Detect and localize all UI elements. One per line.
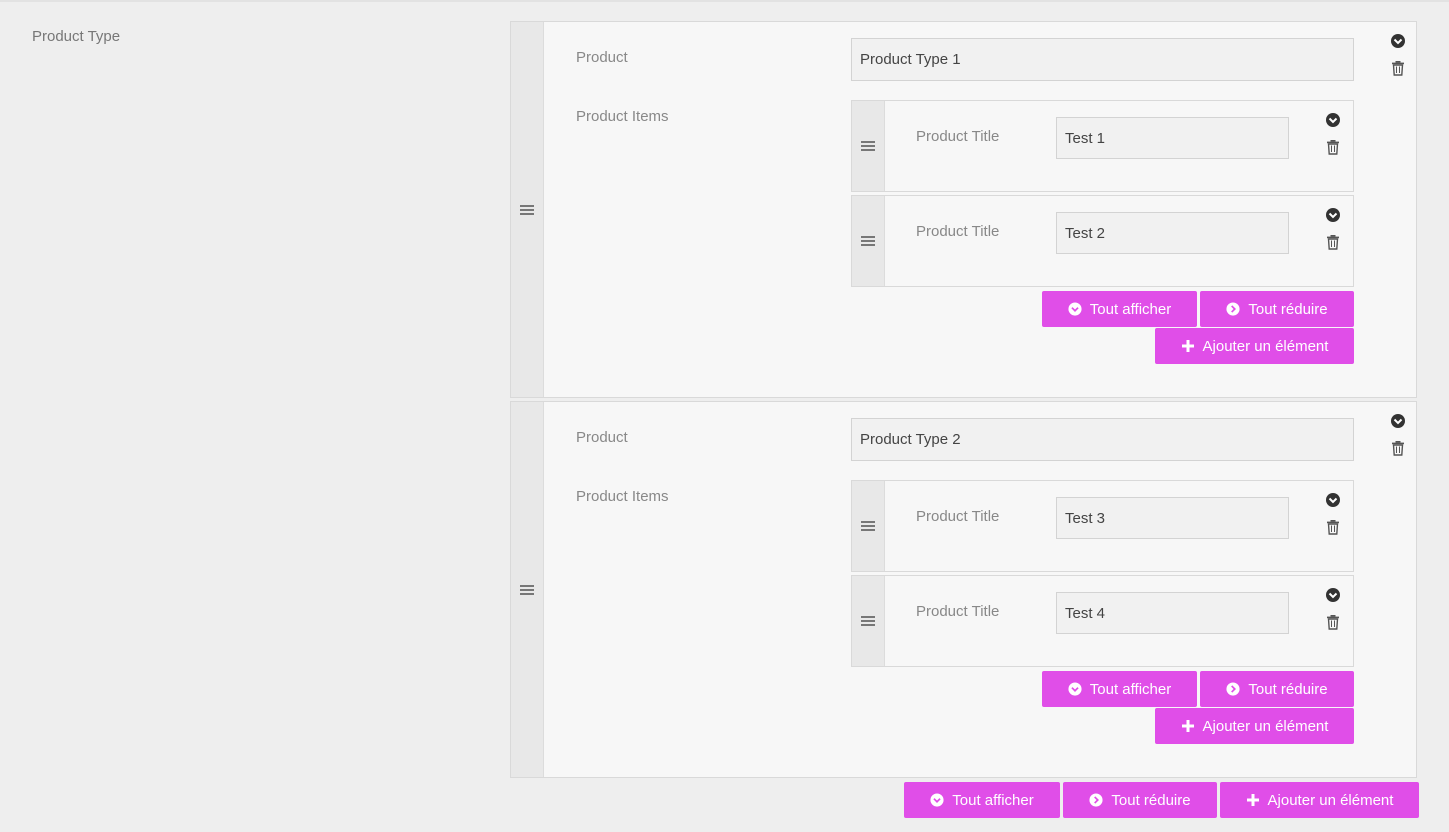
trash-icon (1392, 61, 1404, 76)
drag-handle-icon (861, 141, 875, 151)
product-title-input[interactable] (1056, 117, 1289, 159)
product-input[interactable] (851, 418, 1354, 461)
chevron-circle-down-icon (1068, 302, 1082, 316)
item-drag-handle[interactable] (852, 481, 885, 571)
product-title-label: Product Title (916, 603, 1000, 620)
collapse-all-button[interactable]: Tout réduire (1200, 671, 1354, 707)
trash-icon (1327, 615, 1339, 630)
drag-handle-icon (520, 204, 534, 215)
chevron-circle-down-icon (1326, 208, 1340, 222)
item-drag-handle[interactable] (852, 196, 885, 286)
collapse-item-button[interactable] (1325, 112, 1341, 128)
field-label-product-type: Product Type (32, 28, 121, 45)
product-items-label: Product Items (576, 488, 669, 505)
plus-icon (1181, 340, 1194, 352)
collapse-all-button[interactable]: Tout réduire (1200, 291, 1354, 327)
product-type-group-2: Product Product Items Product Title Prod… (510, 401, 1417, 778)
field-add-element-button[interactable]: Ajouter un élément (1220, 782, 1419, 818)
product-title-input[interactable] (1056, 212, 1289, 254)
product-title-label: Product Title (916, 223, 1000, 240)
collapse-item-button[interactable] (1325, 207, 1341, 223)
chevron-circle-down-icon (1391, 414, 1405, 428)
delete-group-button[interactable] (1390, 60, 1406, 76)
chevron-circle-down-icon (1326, 588, 1340, 602)
product-label: Product (576, 49, 628, 66)
product-item-4: Product Title (851, 575, 1354, 667)
drag-handle-icon (520, 584, 534, 595)
product-title-input[interactable] (1056, 592, 1289, 634)
trash-icon (1392, 441, 1404, 456)
collapse-item-button[interactable] (1325, 492, 1341, 508)
group-drag-handle[interactable] (511, 402, 544, 777)
delete-item-button[interactable] (1325, 519, 1341, 535)
add-element-label: Ajouter un élément (1267, 791, 1394, 809)
product-title-input[interactable] (1056, 497, 1289, 539)
delete-item-button[interactable] (1325, 234, 1341, 250)
top-divider (0, 0, 1449, 2)
product-items-label: Product Items (576, 108, 669, 125)
chevron-circle-right-icon (1089, 793, 1103, 807)
trash-icon (1327, 235, 1339, 250)
add-element-label: Ajouter un élément (1202, 717, 1329, 735)
expand-all-button[interactable]: Tout afficher (1042, 291, 1197, 327)
collapse-item-button[interactable] (1325, 587, 1341, 603)
expand-all-label: Tout afficher (952, 791, 1034, 809)
chevron-circle-right-icon (1226, 682, 1240, 696)
plus-icon (1246, 794, 1259, 806)
expand-all-button[interactable]: Tout afficher (1042, 671, 1197, 707)
product-title-label: Product Title (916, 128, 1000, 145)
delete-item-button[interactable] (1325, 614, 1341, 630)
drag-handle-icon (861, 236, 875, 246)
product-item-2: Product Title (851, 195, 1354, 287)
collapse-group-button[interactable] (1390, 413, 1406, 429)
product-item-3: Product Title (851, 480, 1354, 572)
add-element-label: Ajouter un élément (1202, 337, 1329, 355)
chevron-circle-right-icon (1226, 302, 1240, 316)
chevron-circle-down-icon (1326, 113, 1340, 127)
product-input[interactable] (851, 38, 1354, 81)
delete-item-button[interactable] (1325, 139, 1341, 155)
item-drag-handle[interactable] (852, 576, 885, 666)
trash-icon (1327, 520, 1339, 535)
add-element-button[interactable]: Ajouter un élément (1155, 328, 1354, 364)
chevron-circle-down-icon (930, 793, 944, 807)
expand-all-label: Tout afficher (1089, 680, 1172, 698)
product-label: Product (576, 429, 628, 446)
product-title-label: Product Title (916, 508, 1000, 525)
product-item-1: Product Title (851, 100, 1354, 192)
drag-handle-icon (861, 521, 875, 531)
collapse-all-label: Tout réduire (1111, 791, 1191, 809)
chevron-circle-down-icon (1391, 34, 1405, 48)
drag-handle-icon (861, 616, 875, 626)
chevron-circle-down-icon (1326, 493, 1340, 507)
delete-group-button[interactable] (1390, 440, 1406, 456)
chevron-circle-down-icon (1068, 682, 1082, 696)
plus-icon (1181, 720, 1194, 732)
field-expand-all-button[interactable]: Tout afficher (904, 782, 1060, 818)
field-collapse-all-button[interactable]: Tout réduire (1063, 782, 1217, 818)
product-type-group-1: Product Product Items Product Title Prod… (510, 21, 1417, 398)
trash-icon (1327, 140, 1339, 155)
add-element-button[interactable]: Ajouter un élément (1155, 708, 1354, 744)
collapse-all-label: Tout réduire (1248, 300, 1328, 318)
collapse-group-button[interactable] (1390, 33, 1406, 49)
collapse-all-label: Tout réduire (1248, 680, 1328, 698)
item-drag-handle[interactable] (852, 101, 885, 191)
group-drag-handle[interactable] (511, 22, 544, 397)
expand-all-label: Tout afficher (1089, 300, 1172, 318)
